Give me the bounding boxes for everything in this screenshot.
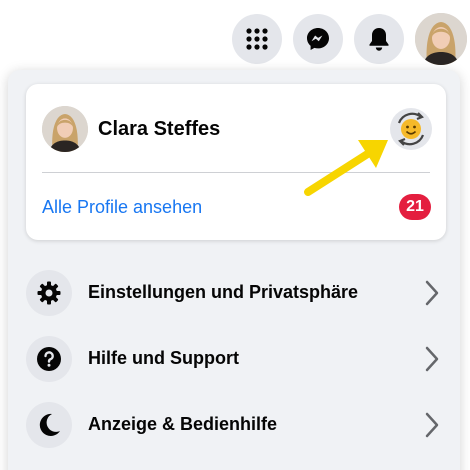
top-bar bbox=[0, 0, 470, 70]
menu-item-display[interactable]: Anzeige & Bedienhilfe bbox=[26, 402, 446, 452]
bell-icon bbox=[369, 28, 389, 51]
profiles-count-badge: 21 bbox=[399, 194, 431, 220]
menu-item-label: Anzeige & Bedienhilfe bbox=[88, 414, 278, 434]
avatar-photo bbox=[42, 106, 88, 152]
profile-avatar[interactable] bbox=[42, 106, 88, 152]
notifications-button[interactable] bbox=[354, 14, 404, 64]
menu-grid-icon bbox=[246, 28, 268, 50]
question-icon-wrap bbox=[26, 336, 72, 382]
chevron-right-icon bbox=[425, 412, 439, 438]
messenger-button[interactable] bbox=[293, 14, 343, 64]
account-avatar[interactable] bbox=[415, 13, 467, 65]
messenger-icon bbox=[307, 28, 329, 50]
gear-icon bbox=[37, 281, 61, 305]
chevron-right-icon bbox=[425, 280, 439, 306]
moon-icon bbox=[39, 413, 60, 436]
menu-item-label: Hilfe und Support bbox=[88, 348, 239, 368]
menu-item-settings[interactable]: Einstellungen und Privatsphäre bbox=[26, 270, 446, 320]
see-all-profiles-link[interactable]: Alle Profile ansehen bbox=[42, 197, 202, 218]
moon-icon-wrap bbox=[26, 402, 72, 448]
avatar-photo bbox=[415, 13, 467, 65]
chevron-right-icon bbox=[425, 346, 439, 372]
menu-button[interactable] bbox=[232, 14, 282, 64]
gear-icon-wrap bbox=[26, 270, 72, 316]
profile-name[interactable]: Clara Steffes bbox=[98, 118, 220, 141]
question-icon bbox=[37, 347, 61, 371]
menu-item-label: Einstellungen und Privatsphäre bbox=[88, 282, 359, 302]
annotation-arrow-icon bbox=[304, 140, 388, 196]
menu-item-help[interactable]: Hilfe und Support bbox=[26, 336, 446, 386]
